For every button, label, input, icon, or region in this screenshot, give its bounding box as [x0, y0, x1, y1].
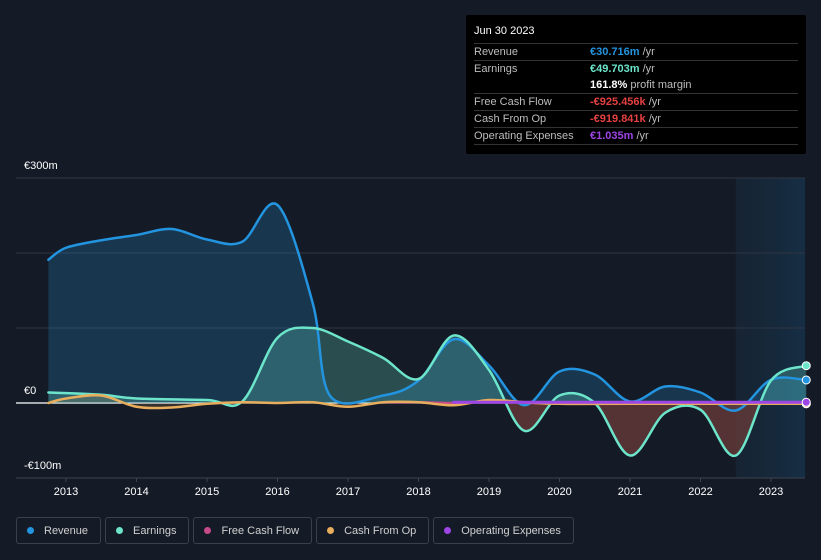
legend-dot-icon [116, 527, 124, 534]
tooltip-row-profit-margin: 161.8% profit margin [474, 77, 798, 93]
tooltip-unit: /yr [639, 63, 655, 75]
tooltip-row-operating-expenses: Operating Expenses €1.035m /yr [474, 127, 798, 145]
endpoint-operating-expenses [801, 397, 811, 407]
tooltip-row-earnings: Earnings €49.703m /yr [474, 60, 798, 77]
legend-dot-icon [444, 527, 452, 534]
y-tick-label-neg100m: -€100m [24, 460, 62, 472]
tooltip-row-free-cash-flow: Free Cash Flow -€925.456k /yr [474, 93, 798, 110]
tooltip-label: Free Cash Flow [474, 96, 552, 108]
legend-dot-icon [27, 527, 34, 534]
legend-item-free-cash-flow[interactable]: Free Cash Flow [193, 517, 313, 544]
tooltip-value: €49.703m [590, 63, 640, 75]
tooltip-unit: profit margin [627, 79, 692, 91]
tooltip-value: -€919.841k [590, 113, 646, 125]
x-tick-label: 2022 [688, 486, 712, 498]
legend-dot-icon [327, 527, 335, 534]
tooltip-value: -€925.456k [590, 96, 646, 108]
tooltip-value: 161.8% [590, 79, 628, 91]
y-tick-label-0: €0 [24, 385, 37, 397]
x-tick-label: 2015 [195, 486, 219, 498]
legend-label: Earnings [133, 524, 177, 537]
series-areas [48, 203, 807, 456]
legend-label: Revenue [44, 524, 89, 537]
legend-item-operating-expenses[interactable]: Operating Expenses [433, 517, 574, 544]
tooltip-value: €1.035m [590, 130, 634, 142]
x-tick-label: 2018 [406, 486, 430, 498]
legend-item-revenue[interactable]: Revenue [16, 517, 102, 544]
tooltip-unit: /yr [639, 46, 655, 58]
tooltip-value: €30.716m [590, 46, 640, 58]
legend-dot-icon [204, 527, 212, 534]
legend-item-earnings[interactable]: Earnings [105, 517, 190, 544]
x-tick-label: 2014 [124, 486, 148, 498]
legend-label: Cash From Op [344, 524, 417, 537]
legend-label: Operating Expenses [461, 524, 561, 537]
y-tick-label-300m: €300m [24, 160, 58, 172]
tooltip-label: Cash From Op [474, 113, 547, 125]
endpoint-revenue [801, 375, 811, 385]
x-tick-label: 2017 [336, 486, 360, 498]
tooltip-date: Jun 30 2023 [474, 25, 535, 37]
tooltip: Jun 30 2023 Revenue €30.716m /yr Earning… [466, 15, 806, 154]
tooltip-label: Earnings [474, 63, 518, 75]
legend-label: Free Cash Flow [221, 524, 300, 537]
legend: Revenue Earnings Free Cash Flow Cash Fro… [16, 517, 574, 544]
x-tick-label: 2023 [759, 486, 783, 498]
tooltip-unit: /yr [645, 96, 661, 108]
endpoint-earnings [801, 361, 811, 371]
x-tick-label: 2016 [265, 486, 289, 498]
tooltip-label: Revenue [474, 46, 519, 58]
x-tick-label: 2020 [547, 486, 571, 498]
legend-item-cash-from-op[interactable]: Cash From Op [316, 517, 430, 544]
x-axis: 2013 2014 2015 2016 2017 2018 2019 2020 2021 2022… [16, 477, 805, 498]
x-tick-label: 2021 [618, 486, 642, 498]
x-tick-label: 2013 [54, 486, 78, 498]
tooltip-row-cash-from-op: Cash From Op -€919.841k /yr [474, 110, 798, 127]
tooltip-unit: /yr [633, 130, 649, 142]
tooltip-label: Operating Expenses [474, 130, 574, 142]
tooltip-unit: /yr [645, 113, 661, 125]
x-tick-label: 2019 [477, 486, 501, 498]
tooltip-row-revenue: Revenue €30.716m /yr [474, 43, 798, 60]
